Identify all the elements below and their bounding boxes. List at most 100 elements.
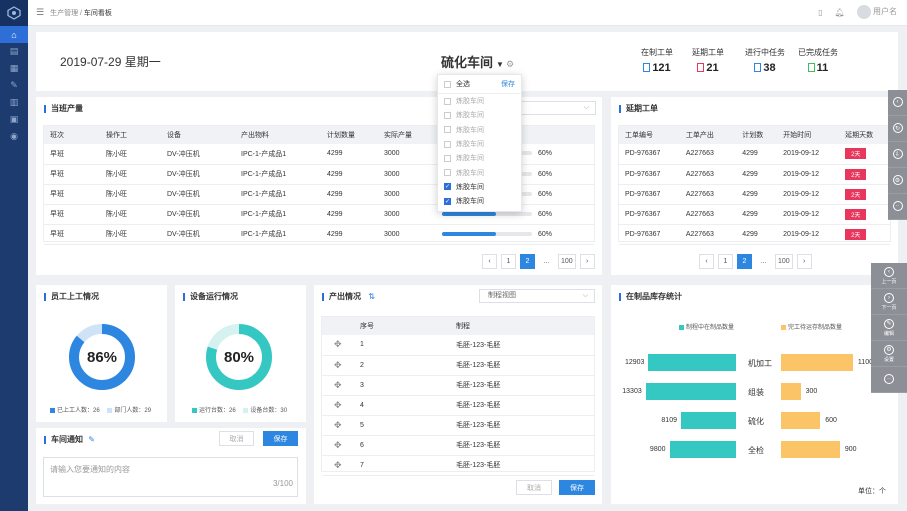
- checkbox[interactable]: [444, 111, 451, 119]
- clipboard-icon[interactable]: ▣: [0, 111, 28, 128]
- toolbar-item[interactable]: › 下一页: [871, 289, 907, 315]
- drag-handle-icon[interactable]: ✥: [334, 400, 342, 410]
- page-button[interactable]: 100: [775, 254, 793, 269]
- page-button[interactable]: ...: [539, 254, 554, 269]
- database-icon[interactable]: ◉: [0, 128, 28, 145]
- more-icon[interactable]: ··: [884, 374, 894, 384]
- toolbar-item[interactable]: ↻: [888, 116, 907, 142]
- toolbar-item[interactable]: ⚙: [888, 168, 907, 194]
- drag-handle-cell[interactable]: ✥: [322, 375, 354, 396]
- table-row[interactable]: ✥ 1 毛胚-123-毛胚: [322, 335, 594, 356]
- page-button[interactable]: 2: [737, 254, 752, 269]
- more-icon[interactable]: ··: [892, 201, 903, 211]
- drag-handle-icon[interactable]: ✥: [334, 460, 342, 470]
- home-icon[interactable]: ⌂: [0, 26, 28, 43]
- next-page-button[interactable]: ›: [579, 254, 595, 269]
- gear-icon[interactable]: ⚙: [506, 59, 514, 69]
- toolbar-item[interactable]: ✎ 编辑: [871, 315, 907, 341]
- workshop-option[interactable]: 炼胶车间: [438, 151, 521, 165]
- table-row[interactable]: ✥ 6 毛胚-123-毛胚: [322, 435, 594, 456]
- view-select[interactable]: 制程视图 ⌵: [479, 289, 595, 303]
- drag-handle-icon[interactable]: ✥: [334, 420, 342, 430]
- building-icon[interactable]: ▦: [0, 60, 28, 77]
- toolbar-item[interactable]: ‹ 上一页: [871, 263, 907, 289]
- table-row[interactable]: ✥ 4 毛胚-123-毛胚: [322, 395, 594, 416]
- stats-icon[interactable]: ▥: [0, 94, 28, 111]
- workshop-option[interactable]: 炼胶车间: [438, 108, 521, 122]
- dropdown-save-link[interactable]: 保存: [501, 79, 515, 89]
- view-select-value: 制程视图: [488, 292, 516, 299]
- checkbox[interactable]: [444, 140, 451, 148]
- workshop-option[interactable]: ✓ 炼胶车间: [438, 194, 521, 208]
- toolbar-item[interactable]: ‹: [888, 90, 907, 116]
- page-button[interactable]: ...: [756, 254, 771, 269]
- checkbox[interactable]: [444, 169, 451, 177]
- toolbar-item[interactable]: ··: [871, 367, 907, 393]
- workshop-option[interactable]: 炼胶车间: [438, 123, 521, 137]
- table-row[interactable]: ✥ 7 毛胚-123-毛胚: [322, 455, 594, 476]
- table-row[interactable]: ✥ 3 毛胚-123-毛胚: [322, 375, 594, 396]
- prev-page-icon[interactable]: ‹: [884, 266, 894, 277]
- drag-handle-cell[interactable]: ✥: [322, 355, 354, 376]
- drag-handle-icon[interactable]: ✥: [334, 360, 342, 370]
- page-button[interactable]: 1: [718, 254, 733, 269]
- select-all-option[interactable]: 全选: [444, 79, 470, 89]
- checkbox[interactable]: ✓: [444, 183, 451, 191]
- user-menu[interactable]: 用户名: [856, 5, 897, 19]
- drag-handle-icon[interactable]: ✥: [334, 339, 342, 349]
- checkbox[interactable]: [444, 126, 451, 134]
- checkbox[interactable]: [444, 97, 451, 105]
- drag-handle-cell[interactable]: ✥: [322, 335, 354, 356]
- toolbar-item[interactable]: ··: [888, 194, 907, 220]
- page-button[interactable]: 2: [520, 254, 535, 269]
- settings-icon[interactable]: ⚙: [884, 344, 894, 355]
- page-button[interactable]: 100: [558, 254, 576, 269]
- checkbox[interactable]: [444, 80, 451, 88]
- notice-save-button[interactable]: 保存: [263, 431, 298, 446]
- chart-icon[interactable]: ▤: [0, 43, 28, 60]
- notice-cancel-button[interactable]: 取消: [219, 431, 254, 446]
- checkbox[interactable]: ✓: [444, 197, 451, 205]
- legend-item: 部门人数：29: [107, 408, 151, 414]
- notice-textarea[interactable]: 请输入您要通知的内容 3/100: [43, 457, 298, 497]
- download-icon[interactable]: ⇩: [892, 149, 903, 159]
- prev-page-button[interactable]: ‹: [482, 254, 497, 269]
- menu-toggle-icon[interactable]: ☰: [36, 7, 44, 18]
- sort-icon[interactable]: ⇅: [368, 292, 375, 301]
- next-page-button[interactable]: ›: [796, 254, 812, 269]
- stat-2[interactable]: 进行中任务 38: [745, 47, 785, 74]
- workshop-option[interactable]: 炼胶车间: [438, 137, 521, 151]
- output-save-button[interactable]: 保存: [559, 480, 595, 495]
- table-row[interactable]: ✥ 5 毛胚-123-毛胚: [322, 415, 594, 436]
- drag-handle-icon[interactable]: ✥: [334, 440, 342, 450]
- drag-handle-cell[interactable]: ✥: [322, 455, 354, 476]
- stat-0[interactable]: 在制工单 121: [641, 47, 673, 74]
- edit-icon[interactable]: ✎: [884, 318, 894, 329]
- stat-3[interactable]: 已完成任务 11: [798, 47, 838, 74]
- wrench-icon[interactable]: ✎: [0, 77, 28, 94]
- toolbar-item[interactable]: ⚙ 设置: [871, 341, 907, 367]
- edit-icon[interactable]: ✎: [88, 435, 95, 444]
- output-cancel-button[interactable]: 取消: [516, 480, 552, 495]
- back-icon[interactable]: ‹: [892, 97, 903, 107]
- table-row[interactable]: ✥ 2 毛胚-123-毛胚: [322, 355, 594, 376]
- stat-1[interactable]: 延期工单 21: [692, 47, 724, 74]
- drag-handle-icon[interactable]: ✥: [334, 380, 342, 390]
- toolbar-item[interactable]: ⇩: [888, 142, 907, 168]
- drag-handle-cell[interactable]: ✥: [322, 415, 354, 436]
- page-button[interactable]: 1: [501, 254, 516, 269]
- mobile-icon[interactable]: ▯: [818, 8, 822, 17]
- settings-icon[interactable]: ⚙: [892, 175, 903, 185]
- bell-icon[interactable]: 🔔︎: [835, 8, 845, 17]
- refresh-icon[interactable]: ↻: [892, 123, 903, 133]
- checkbox[interactable]: [444, 154, 451, 162]
- workshop-selector[interactable]: 硫化车间 ▼ ⚙: [441, 52, 514, 71]
- prev-page-button[interactable]: ‹: [699, 254, 714, 269]
- next-page-icon[interactable]: ›: [884, 292, 894, 303]
- workshop-option[interactable]: ✓ 炼胶车间: [438, 180, 521, 194]
- breadcrumb-parent[interactable]: 生产管理: [50, 10, 78, 17]
- drag-handle-cell[interactable]: ✥: [322, 435, 354, 456]
- workshop-option[interactable]: 炼胶车间: [438, 94, 521, 108]
- drag-handle-cell[interactable]: ✥: [322, 395, 354, 416]
- workshop-option[interactable]: 炼胶车间: [438, 165, 521, 179]
